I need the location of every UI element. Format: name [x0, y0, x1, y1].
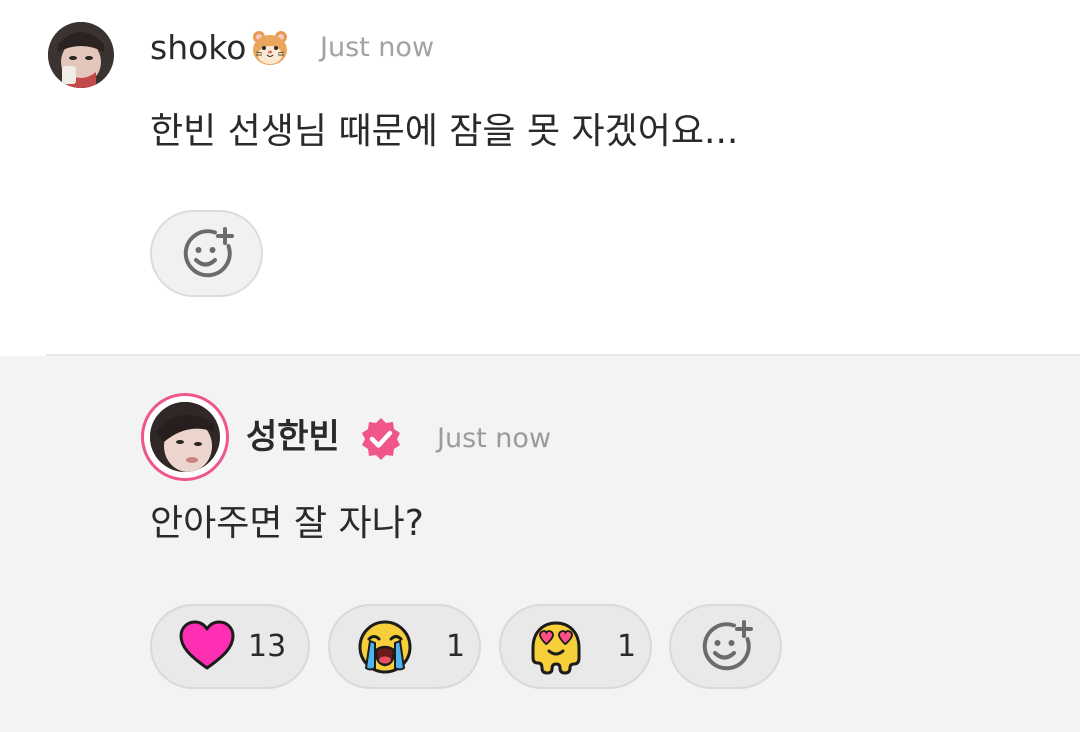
add-reaction-button[interactable]: [150, 210, 263, 297]
hamster-icon: [253, 31, 288, 65]
reaction-count: 1: [617, 628, 637, 664]
avatar-photo: [48, 22, 114, 88]
verified-badge-icon: [362, 418, 400, 460]
comment-text: 한빈 선생님 때문에 잠을 못 자겠어요...: [150, 111, 739, 152]
reply-author[interactable]: 성한빈: [246, 414, 340, 460]
add-reaction-button[interactable]: [669, 604, 782, 689]
reply-timestamp: Just now: [437, 423, 552, 454]
reaction-heart-button[interactable]: 13: [150, 604, 310, 689]
reaction-count: 1: [446, 628, 466, 664]
comment-timestamp: Just now: [320, 32, 435, 63]
reaction-count: 13: [248, 628, 287, 664]
reaction-heart-eyes-button[interactable]: 1: [499, 604, 652, 689]
comment-author[interactable]: shoko: [150, 26, 290, 70]
smiley-plus-icon: [702, 619, 753, 670]
heart-eyes-melting-face-icon: [531, 621, 581, 674]
reaction-crying-button[interactable]: 1: [328, 604, 481, 689]
avatar: [150, 402, 220, 472]
crying-face-icon: [358, 620, 412, 673]
reply-text: 안아주면 잘 자나?: [150, 503, 424, 544]
smiley-plus-icon: [183, 226, 234, 277]
avatar-photo: [150, 402, 220, 472]
heart-icon: [179, 620, 235, 669]
avatar-ring[interactable]: [141, 393, 229, 481]
avatar[interactable]: [48, 22, 114, 88]
author-name: shoko: [150, 28, 247, 67]
